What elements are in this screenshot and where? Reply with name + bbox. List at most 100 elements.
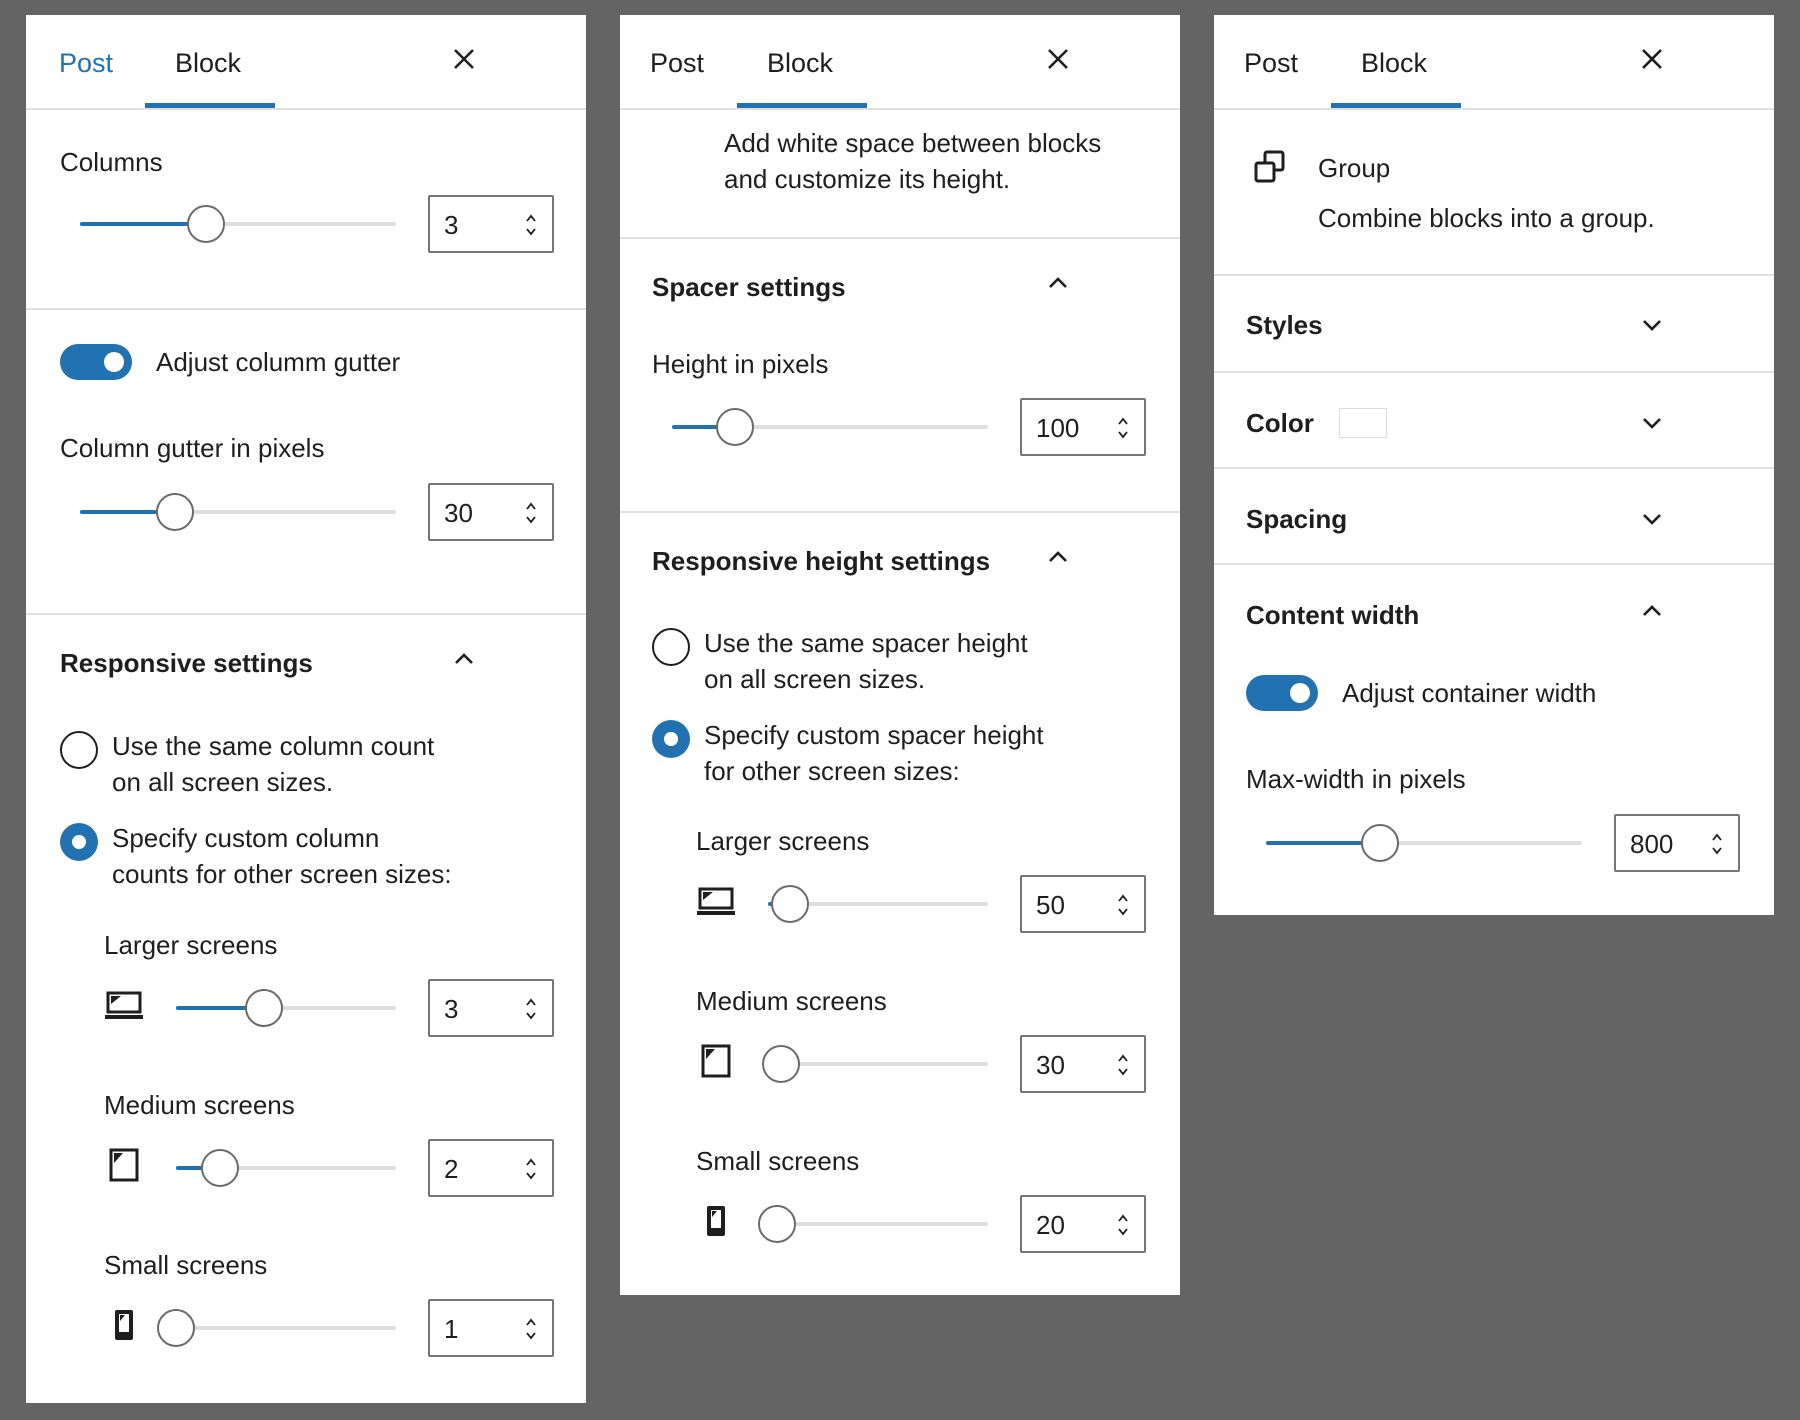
block-description-1: Add white space between blocks	[724, 128, 1102, 158]
tab-post[interactable]: Post	[59, 45, 113, 81]
larger-slider[interactable]	[768, 885, 988, 923]
gutter-toggle[interactable]	[60, 344, 132, 380]
maxwidth-value: 800	[1630, 829, 1674, 859]
gutter-value: 30	[444, 498, 473, 528]
spacer-settings-panel: Post Block Add white space between block…	[620, 15, 1180, 1295]
spin-arrows-icon[interactable]	[1116, 1211, 1130, 1239]
columns-number-input[interactable]: 3	[428, 195, 554, 253]
radio-same-label-1: Use the same column count	[112, 731, 435, 761]
content-width-title[interactable]: Content width	[1246, 597, 1419, 633]
responsive-settings-title[interactable]: Responsive settings	[60, 645, 313, 681]
spin-arrows-icon[interactable]	[1116, 891, 1130, 919]
small-value: 20	[1036, 1210, 1065, 1240]
height-value: 100	[1036, 413, 1080, 443]
spin-arrows-icon[interactable]	[524, 1155, 538, 1183]
height-number-input[interactable]: 100	[1020, 398, 1146, 456]
color-panel-title[interactable]: Color	[1246, 405, 1314, 441]
columns-slider[interactable]	[80, 205, 396, 243]
tab-post[interactable]: Post	[650, 45, 704, 81]
maxwidth-number-input[interactable]: 800	[1614, 814, 1740, 872]
styles-panel-title[interactable]: Styles	[1246, 307, 1323, 343]
spin-arrows-icon[interactable]	[524, 1315, 538, 1343]
larger-screens-label: Larger screens	[696, 826, 870, 856]
larger-number-input[interactable]: 3	[428, 979, 554, 1037]
spin-arrows-icon[interactable]	[1710, 830, 1724, 858]
block-description-2: and customize its height.	[724, 164, 1011, 194]
slider-thumb[interactable]	[762, 1045, 800, 1083]
close-icon[interactable]	[1046, 47, 1070, 71]
medium-screens-label: Medium screens	[696, 986, 887, 1016]
maxwidth-slider[interactable]	[1266, 824, 1582, 862]
slider-thumb[interactable]	[245, 989, 283, 1027]
chevron-down-icon[interactable]	[1640, 411, 1664, 435]
container-width-toggle-label: Adjust container width	[1342, 678, 1597, 708]
small-screens-label: Small screens	[104, 1250, 268, 1280]
tab-block[interactable]: Block	[767, 45, 833, 81]
spacer-settings-title[interactable]: Spacer settings	[652, 269, 846, 305]
maxwidth-label: Max-width in pixels	[1246, 764, 1466, 794]
block-description: Combine blocks into a group.	[1318, 203, 1655, 233]
gutter-toggle-label: Adjust columm gutter	[156, 347, 401, 377]
chevron-down-icon[interactable]	[1640, 313, 1664, 337]
close-icon[interactable]	[1640, 47, 1664, 71]
spin-arrows-icon[interactable]	[1116, 1051, 1130, 1079]
gutter-slider[interactable]	[80, 493, 396, 531]
laptop-icon	[697, 887, 735, 915]
slider-thumb[interactable]	[157, 1309, 195, 1347]
chevron-up-icon[interactable]	[1640, 599, 1664, 623]
radio-same-count[interactable]	[60, 731, 98, 769]
slider-thumb[interactable]	[716, 408, 754, 446]
larger-screens-label: Larger screens	[104, 930, 278, 960]
responsive-height-title[interactable]: Responsive height settings	[652, 543, 990, 579]
small-number-input[interactable]: 20	[1020, 1195, 1146, 1253]
medium-slider[interactable]	[176, 1149, 396, 1187]
medium-number-input[interactable]: 2	[428, 1139, 554, 1197]
slider-thumb[interactable]	[758, 1205, 796, 1243]
spin-arrows-icon[interactable]	[1116, 414, 1130, 442]
medium-number-input[interactable]: 30	[1020, 1035, 1146, 1093]
spin-arrows-icon[interactable]	[524, 995, 538, 1023]
small-value: 1	[444, 1314, 459, 1344]
spin-arrows-icon[interactable]	[524, 499, 538, 527]
small-number-input[interactable]: 1	[428, 1299, 554, 1357]
spacing-panel-title[interactable]: Spacing	[1246, 501, 1347, 537]
chevron-up-icon[interactable]	[1046, 271, 1070, 295]
larger-slider[interactable]	[176, 989, 396, 1027]
chevron-up-icon[interactable]	[452, 647, 476, 671]
group-settings-panel: Post Block Group Combine blocks into a g…	[1214, 15, 1774, 915]
tablet-icon	[701, 1044, 731, 1078]
container-width-toggle[interactable]	[1246, 675, 1318, 711]
tab-block[interactable]: Block	[175, 45, 241, 81]
radio-custom-height[interactable]	[652, 720, 690, 758]
columns-settings-panel: Post Block Columns 3 Adjust columm gutte…	[26, 15, 586, 1403]
medium-slider[interactable]	[762, 1045, 988, 1083]
slider-thumb[interactable]	[201, 1149, 239, 1187]
height-slider[interactable]	[672, 408, 988, 446]
close-icon[interactable]	[452, 47, 476, 71]
laptop-icon	[105, 991, 143, 1019]
slider-thumb[interactable]	[187, 205, 225, 243]
larger-value: 50	[1036, 890, 1065, 920]
slider-thumb[interactable]	[771, 885, 809, 923]
tab-post[interactable]: Post	[1244, 45, 1298, 81]
color-swatch[interactable]	[1339, 408, 1387, 438]
slider-thumb[interactable]	[1361, 824, 1399, 862]
medium-value: 2	[444, 1154, 459, 1184]
radio-same-label-2: on all screen sizes.	[704, 664, 926, 694]
small-slider[interactable]	[157, 1309, 396, 1347]
slider-thumb[interactable]	[156, 493, 194, 531]
tab-block[interactable]: Block	[1361, 45, 1427, 81]
block-name: Group	[1318, 153, 1391, 183]
larger-number-input[interactable]: 50	[1020, 875, 1146, 933]
radio-same-height[interactable]	[652, 628, 690, 666]
chevron-down-icon[interactable]	[1640, 507, 1664, 531]
small-slider[interactable]	[758, 1205, 988, 1243]
radio-same-label-2: on all screen sizes.	[112, 767, 334, 797]
spin-arrows-icon[interactable]	[524, 211, 538, 239]
gutter-number-input[interactable]: 30	[428, 483, 554, 541]
radio-custom-label-1: Specify custom spacer height	[704, 720, 1044, 750]
radio-custom-label-1: Specify custom column	[112, 823, 380, 853]
columns-label: Columns	[60, 147, 163, 177]
radio-custom-count[interactable]	[60, 823, 98, 861]
chevron-up-icon[interactable]	[1046, 545, 1070, 569]
